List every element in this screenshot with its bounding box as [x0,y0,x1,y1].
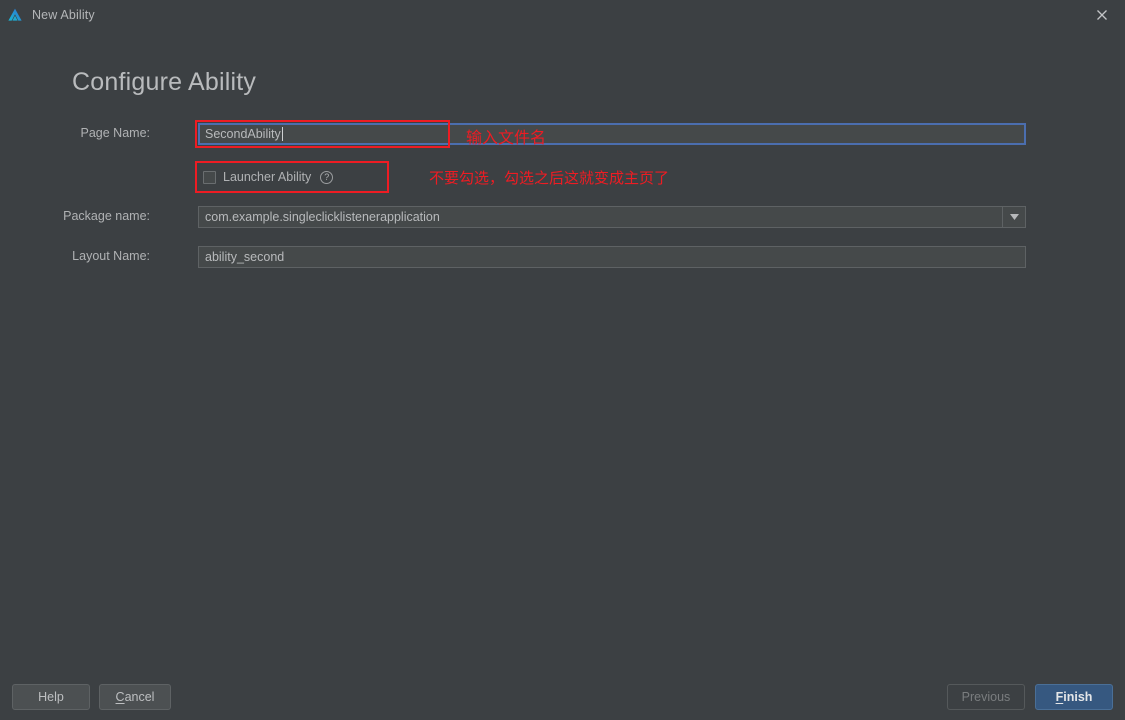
annotation-text-page-name: 输入文件名 [466,128,547,147]
checkbox-box-icon[interactable] [203,170,216,184]
text-caret [281,127,283,141]
help-button[interactable]: Help [12,684,90,710]
layout-name-label: Layout Name: [72,249,150,263]
cancel-button-label: ancel [124,690,155,704]
cancel-button[interactable]: Cancel [99,684,171,710]
package-name-label: Package name: [63,209,150,223]
page-name-input[interactable]: SecondAbility [198,123,1026,145]
finish-button-label: inish [1063,690,1093,704]
page-title: Configure Ability [72,68,257,96]
help-button-label: Help [38,690,64,704]
launcher-ability-label: Launcher Ability [223,170,312,184]
question-mark-icon[interactable]: ? [320,170,334,184]
chevron-down-glyph [1009,214,1019,220]
page-name-label: Page Name: [80,126,150,140]
annotation-text-launcher: 不要勾选，勾选之后这就变成主页了 [429,169,670,187]
previous-button-label: Previous [961,690,1011,704]
page-name-value: SecondAbility [205,127,281,141]
layout-name-input[interactable]: ability_second [198,246,1026,268]
cancel-mnemonic: C [115,690,125,704]
finish-button[interactable]: Finish [1035,684,1113,710]
window-titlebar: New Ability [0,0,1125,30]
chevron-down-icon[interactable] [1002,206,1026,228]
launcher-ability-checkbox[interactable]: Launcher Ability ? [203,168,334,186]
close-glyph [1097,10,1107,20]
window-title: New Ability [32,8,95,22]
deveco-logo-icon [8,8,22,21]
close-icon[interactable] [1079,0,1125,30]
previous-button[interactable]: Previous [947,684,1025,710]
package-name-value: com.example.singleclicklistenerapplicati… [205,210,440,224]
package-name-input[interactable]: com.example.singleclicklistenerapplicati… [198,206,1002,228]
question-glyph: ? [324,171,330,182]
layout-name-value: ability_second [205,250,285,264]
finish-mnemonic: F [1055,690,1064,704]
